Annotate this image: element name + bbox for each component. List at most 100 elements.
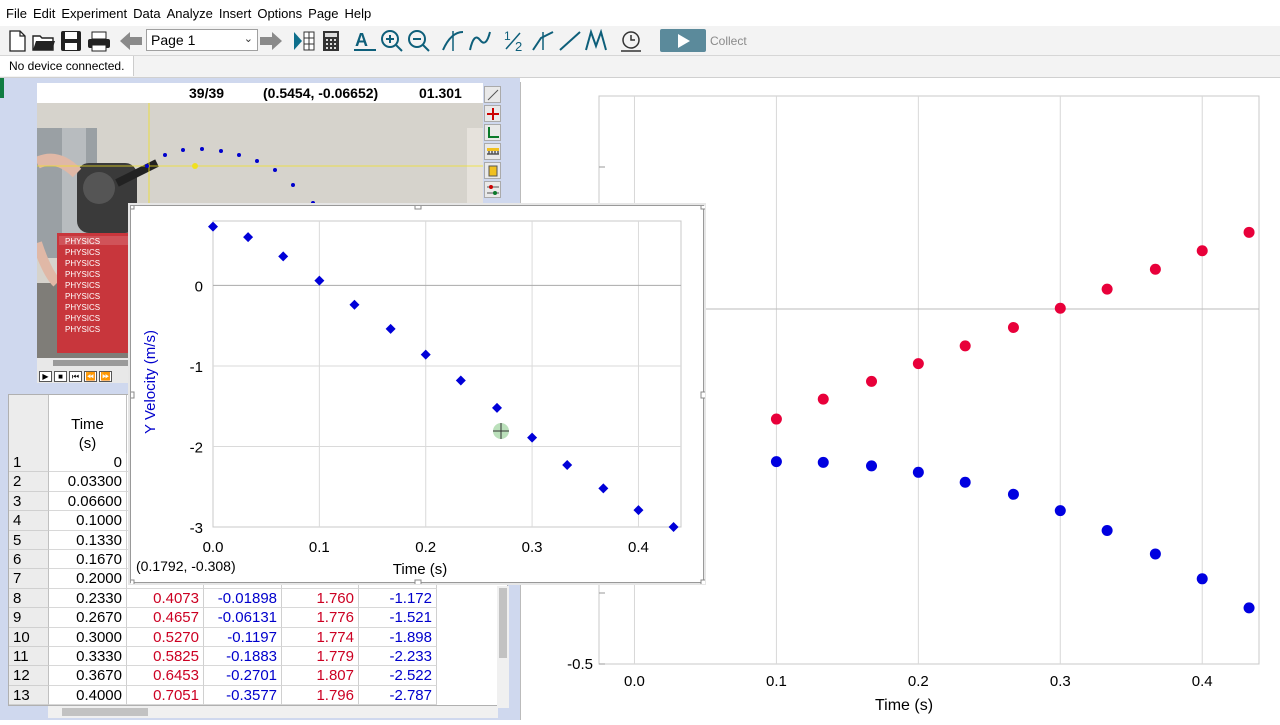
- back-arrow-icon[interactable]: [118, 28, 144, 54]
- resize-handle: [414, 202, 422, 210]
- status-text: No device connected.: [0, 56, 135, 76]
- autoscale-icon[interactable]: A: [352, 28, 378, 54]
- table-cell[interactable]: -0.3577: [204, 685, 282, 705]
- replay-icon[interactable]: [618, 28, 644, 54]
- table-cell[interactable]: -2.787: [359, 685, 437, 705]
- table-cell[interactable]: 0.1670: [49, 550, 127, 570]
- save-icon[interactable]: [58, 28, 84, 54]
- table-cell[interactable]: 0.3330: [49, 647, 127, 667]
- examine-icon[interactable]: [440, 28, 466, 54]
- data-point: [314, 275, 325, 286]
- scale-icon[interactable]: [484, 143, 501, 160]
- menu-page[interactable]: Page: [305, 6, 341, 21]
- select-tool-icon[interactable]: [484, 86, 501, 103]
- integral-icon[interactable]: 12: [502, 28, 528, 54]
- table-cell[interactable]: 0.4657: [127, 608, 204, 628]
- photo-distance-icon[interactable]: [484, 162, 501, 179]
- open-folder-icon[interactable]: [31, 28, 57, 54]
- play-icon[interactable]: ▶: [39, 371, 52, 382]
- x-tick-label: 0.4: [628, 539, 649, 556]
- curve-fit-icon[interactable]: [584, 28, 610, 54]
- table-cell[interactable]: 0.5825: [127, 647, 204, 667]
- zoom-in-icon[interactable]: [379, 28, 405, 54]
- table-cell[interactable]: -0.06131: [204, 608, 282, 628]
- table-cell[interactable]: 0.06600: [49, 491, 127, 512]
- step-back-icon[interactable]: ⏪: [84, 371, 97, 382]
- table-cell[interactable]: 0.3000: [49, 627, 127, 647]
- table-cell[interactable]: 0.2670: [49, 608, 127, 628]
- table-cell[interactable]: 1.776: [282, 608, 359, 628]
- resize-handle: [700, 391, 708, 399]
- table-cell[interactable]: -1.898: [359, 627, 437, 647]
- table-cell[interactable]: 0.7051: [127, 685, 204, 705]
- tangent-icon[interactable]: [467, 28, 493, 54]
- data-point: [243, 232, 254, 243]
- collect-button[interactable]: [660, 29, 706, 52]
- table-cell[interactable]: 1.807: [282, 666, 359, 686]
- table-cell[interactable]: 0.4073: [127, 588, 204, 609]
- x-axis-label: Time (s): [393, 561, 447, 578]
- linear-fit-icon[interactable]: [557, 28, 583, 54]
- velocity-graph[interactable]: 0.0 0.1 0.2 0.3 0.4 0 -1 -2 -3 Time (s) Y Velocity…: [127, 202, 708, 587]
- new-file-icon[interactable]: [4, 28, 30, 54]
- origin-icon[interactable]: [484, 124, 501, 141]
- table-horizontal-scrollbar[interactable]: [48, 706, 498, 718]
- y-tick-label: -1: [190, 359, 203, 376]
- status-bar: No device connected.: [0, 56, 1280, 78]
- first-frame-icon[interactable]: ⏮: [69, 371, 82, 382]
- table-cell[interactable]: -0.1197: [204, 627, 282, 647]
- data-point: [770, 456, 782, 468]
- menu-edit[interactable]: Edit: [30, 6, 58, 21]
- stats-icon[interactable]: [530, 28, 556, 54]
- table-cell[interactable]: 0.03300: [49, 472, 127, 492]
- table-cell[interactable]: -2.522: [359, 666, 437, 686]
- column-header-time[interactable]: Time (s): [49, 395, 127, 453]
- book-label: PHYSICS: [65, 314, 100, 323]
- video-analysis-icon[interactable]: [292, 28, 318, 54]
- row-number: 9: [9, 608, 49, 628]
- table-cell[interactable]: 1.796: [282, 685, 359, 705]
- table-cell[interactable]: 1.774: [282, 627, 359, 647]
- table-cell[interactable]: 1.760: [282, 588, 359, 609]
- page-select[interactable]: Page 1 ⌄: [146, 29, 258, 51]
- menu-analyze[interactable]: Analyze: [164, 6, 216, 21]
- table-cell[interactable]: 0.4000: [49, 685, 127, 705]
- menu-experiment[interactable]: Experiment: [58, 6, 130, 21]
- menu-data[interactable]: Data: [130, 6, 163, 21]
- menu-insert[interactable]: Insert: [216, 6, 255, 21]
- table-cell[interactable]: -0.2701: [204, 666, 282, 686]
- x-tick-label: 0.3: [1050, 673, 1071, 690]
- table-cell[interactable]: 0.2330: [49, 588, 127, 609]
- step-forward-icon[interactable]: ⏩: [99, 371, 112, 382]
- table-cell[interactable]: -1.172: [359, 588, 437, 609]
- examine-readout: (0.1792, -0.308): [136, 558, 236, 574]
- zoom-out-icon[interactable]: [406, 28, 432, 54]
- table-cell[interactable]: 0.5270: [127, 627, 204, 647]
- table-cell[interactable]: 0: [49, 453, 127, 473]
- table-vertical-scrollbar[interactable]: [497, 586, 509, 708]
- table-cell[interactable]: -0.1883: [204, 647, 282, 667]
- resize-handle: [414, 579, 422, 587]
- menu-file[interactable]: File: [3, 6, 30, 21]
- stop-icon[interactable]: ■: [54, 371, 67, 382]
- print-icon[interactable]: [86, 28, 112, 54]
- track-options-icon[interactable]: [484, 181, 501, 198]
- data-point: [912, 466, 924, 478]
- play-icon: [678, 33, 690, 48]
- add-point-icon[interactable]: [484, 105, 501, 122]
- forward-arrow-icon[interactable]: [258, 28, 284, 54]
- table-cell[interactable]: 0.3670: [49, 666, 127, 686]
- table-cell[interactable]: 1.779: [282, 647, 359, 667]
- calculator-icon[interactable]: [318, 28, 344, 54]
- menu-options[interactable]: Options: [254, 6, 305, 21]
- table-cell[interactable]: 0.2000: [49, 569, 127, 589]
- table-cell[interactable]: -0.01898: [204, 588, 282, 609]
- table-cell[interactable]: 0.6453: [127, 666, 204, 686]
- table-cell[interactable]: -1.521: [359, 608, 437, 628]
- table-cell[interactable]: 0.1000: [49, 511, 127, 531]
- table-cell[interactable]: -2.233: [359, 647, 437, 667]
- menu-help[interactable]: Help: [342, 6, 375, 21]
- data-point: [1149, 263, 1161, 275]
- book-label: PHYSICS: [65, 325, 100, 334]
- table-cell[interactable]: 0.1330: [49, 530, 127, 550]
